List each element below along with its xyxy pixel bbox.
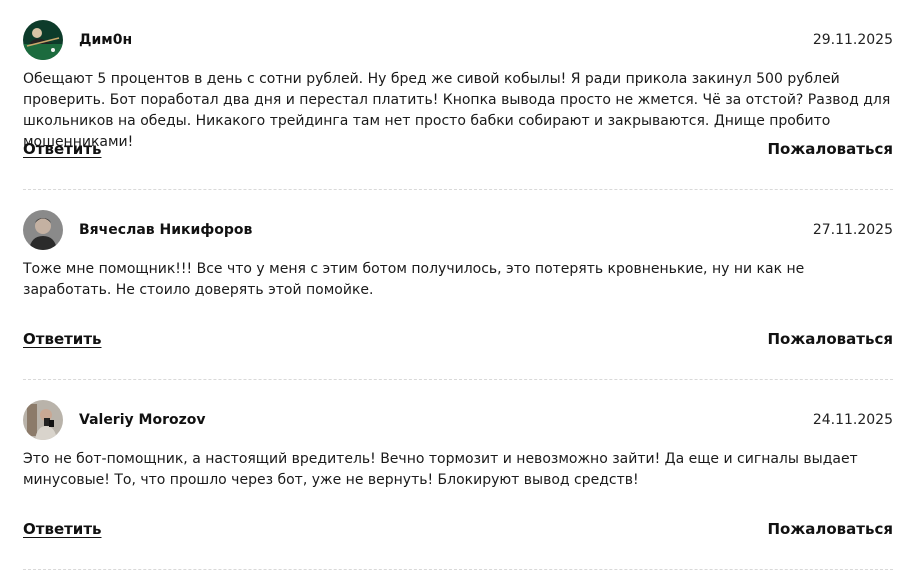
author-name: Вячеслав Никифоров	[79, 222, 253, 238]
author-name: Дим0н	[79, 32, 133, 48]
comment-date: 29.11.2025	[812, 32, 893, 48]
reply-button[interactable]: Ответить	[23, 518, 102, 540]
comment-actions: Ответить Пожаловаться	[23, 328, 893, 350]
report-button[interactable]: Пожаловаться	[767, 138, 893, 160]
reply-button[interactable]: Ответить	[23, 138, 102, 160]
report-button[interactable]: Пожаловаться	[767, 328, 893, 350]
report-button[interactable]: Пожаловаться	[767, 518, 893, 540]
comment-actions: Ответить Пожаловаться	[23, 138, 893, 160]
comment-header: Вячеслав Никифоров 27.11.2025	[23, 210, 893, 250]
avatar-mirror-selfie-icon[interactable]	[23, 400, 63, 440]
avatar-man-photo-icon[interactable]	[23, 210, 63, 250]
comment-item: Дим0н 29.11.2025 Обещают 5 процентов в д…	[23, 0, 893, 190]
comment-date: 27.11.2025	[812, 222, 893, 238]
comment-item: Вячеслав Никифоров 27.11.2025 Тоже мне п…	[23, 190, 893, 380]
comment-text: Тоже мне помощник!!! Все что у меня с эт…	[23, 261, 805, 298]
comment-header: Valeriy Morozov 24.11.2025	[23, 400, 893, 440]
comment-text: Это не бот-помощник, а настоящий вредите…	[23, 451, 858, 488]
reply-button[interactable]: Ответить	[23, 328, 102, 350]
comment-header: Дим0н 29.11.2025	[23, 20, 893, 60]
comments-list: Дим0н 29.11.2025 Обещают 5 процентов в д…	[0, 0, 908, 570]
avatar-billiards-icon[interactable]	[23, 20, 63, 60]
author-name: Valeriy Morozov	[79, 412, 206, 428]
comment-item: Valeriy Morozov 24.11.2025 Это не бот-по…	[23, 380, 893, 570]
comment-actions: Ответить Пожаловаться	[23, 518, 893, 540]
comment-date: 24.11.2025	[812, 412, 893, 428]
